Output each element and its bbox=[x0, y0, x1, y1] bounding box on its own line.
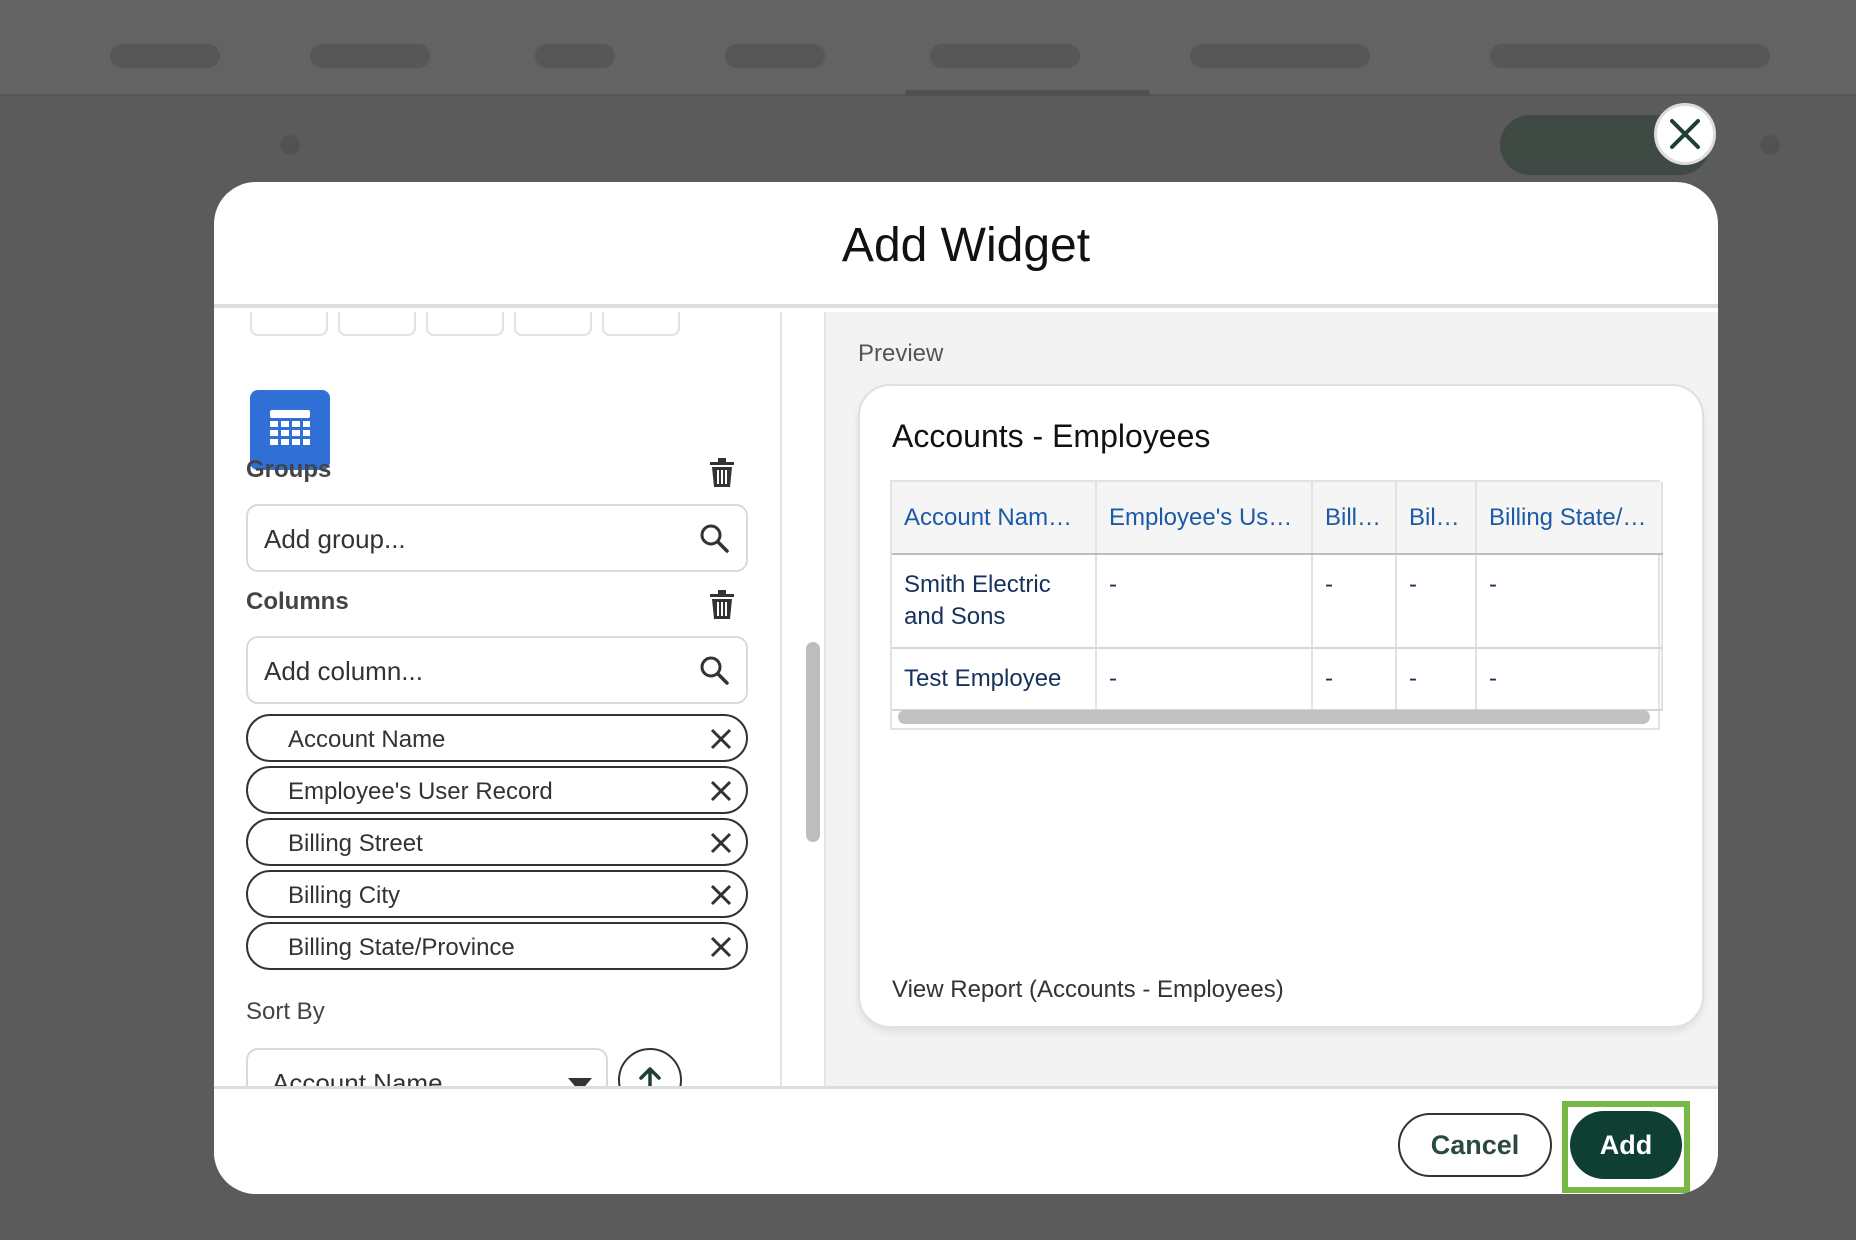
background-tab bbox=[1190, 44, 1370, 68]
column-chip: Billing Street bbox=[246, 818, 748, 866]
column-chip: Account Name bbox=[246, 714, 748, 762]
chevron-down-icon bbox=[568, 1078, 592, 1086]
modal-header: Add Widget bbox=[214, 182, 1718, 308]
column-chart-type-button[interactable] bbox=[426, 312, 504, 336]
column-chip-label: Employee's User Record bbox=[288, 778, 553, 805]
preview-table: Account Nam… Employee's Us… Bill… Bil… B… bbox=[890, 480, 1663, 730]
remove-column-close-icon[interactable] bbox=[706, 724, 736, 754]
table-row: Smith Electric and Sons - - - - bbox=[892, 554, 1663, 649]
table-cell: - bbox=[1476, 648, 1663, 711]
background-tab bbox=[1490, 44, 1770, 68]
cancel-button[interactable]: Cancel bbox=[1398, 1113, 1552, 1177]
table-header-row: Account Nam… Employee's Us… Bill… Bil… B… bbox=[892, 482, 1663, 555]
arrow-up-icon bbox=[639, 1067, 661, 1086]
clear-groups-trash-icon[interactable] bbox=[708, 458, 736, 488]
table-cell: Test Employee bbox=[892, 648, 1097, 711]
background-tab bbox=[110, 44, 220, 68]
column-chip: Billing City bbox=[246, 870, 748, 918]
table-cell: - bbox=[1396, 648, 1477, 711]
view-report-link[interactable]: View Report (Accounts - Employees) bbox=[892, 976, 1284, 1004]
remove-column-close-icon[interactable] bbox=[706, 932, 736, 962]
add-group-input[interactable] bbox=[262, 520, 682, 558]
table-row: Test Employee - - - - bbox=[892, 648, 1663, 711]
remove-column-close-icon[interactable] bbox=[706, 828, 736, 858]
sort-by-label: Sort By bbox=[246, 998, 325, 1025]
add-widget-modal: Add Widget Groups Add group... Columns A… bbox=[214, 182, 1718, 1194]
column-chip-label: Account Name bbox=[288, 726, 446, 753]
background-nav-bar bbox=[0, 0, 1856, 96]
column-header[interactable]: Bil… bbox=[1396, 482, 1477, 555]
preview-label: Preview bbox=[858, 340, 944, 367]
add-button[interactable]: Add bbox=[1570, 1111, 1682, 1179]
background-tab bbox=[930, 44, 1080, 68]
table-cell: - bbox=[1476, 554, 1663, 649]
column-header[interactable]: Account Nam… bbox=[892, 482, 1097, 555]
column-chip: Billing State/Province bbox=[246, 922, 748, 970]
modal-title: Add Widget bbox=[841, 219, 1091, 272]
scrollbar-thumb[interactable] bbox=[806, 642, 820, 842]
background-icon bbox=[1760, 135, 1780, 155]
sort-by-select[interactable]: Account Name bbox=[246, 1048, 608, 1086]
search-icon bbox=[700, 524, 729, 553]
column-chip-label: Billing City bbox=[288, 882, 401, 909]
pie-chart-type-button[interactable] bbox=[250, 312, 328, 336]
add-group-search[interactable] bbox=[246, 504, 748, 572]
column-chip-label: Billing State/Province bbox=[288, 934, 515, 961]
columns-label: Columns bbox=[246, 588, 349, 615]
table-grid-icon bbox=[270, 410, 310, 445]
table-cell: - bbox=[1096, 648, 1313, 711]
remove-column-close-icon[interactable] bbox=[706, 880, 736, 910]
config-panel-scrollbar[interactable] bbox=[798, 312, 826, 1086]
background-icon bbox=[280, 135, 300, 155]
preview-card: Accounts - Employees Account Nam… Employ… bbox=[858, 384, 1704, 1028]
scatter-chart-type-button[interactable] bbox=[602, 312, 680, 336]
background-active-tab-indicator bbox=[905, 90, 1150, 96]
sort-by-value: Account Name bbox=[272, 1068, 443, 1086]
close-icon bbox=[1670, 119, 1700, 149]
add-column-input[interactable] bbox=[262, 652, 682, 690]
sort-direction-button[interactable] bbox=[618, 1048, 682, 1086]
bar-chart-type-button[interactable] bbox=[338, 312, 416, 336]
clear-columns-trash-icon[interactable] bbox=[708, 590, 736, 620]
line-chart-type-button[interactable] bbox=[514, 312, 592, 336]
table-cell: - bbox=[1312, 554, 1397, 649]
remove-column-close-icon[interactable] bbox=[706, 776, 736, 806]
column-header[interactable]: Employee's Us… bbox=[1096, 482, 1313, 555]
table-cell: - bbox=[1396, 554, 1477, 649]
table-cell: - bbox=[1312, 648, 1397, 711]
table-cell: - bbox=[1096, 554, 1313, 649]
background-tab bbox=[535, 44, 615, 68]
background-tab bbox=[725, 44, 825, 68]
add-column-search[interactable] bbox=[246, 636, 748, 704]
column-chip: Employee's User Record bbox=[246, 766, 748, 814]
column-header[interactable]: Billing State/… bbox=[1476, 482, 1663, 555]
chart-type-row bbox=[250, 312, 680, 336]
column-header[interactable]: Bill… bbox=[1312, 482, 1397, 555]
modal-footer: Cancel Add bbox=[214, 1086, 1718, 1194]
preview-panel: Preview Accounts - Employees Account Nam… bbox=[826, 312, 1718, 1086]
groups-label: Groups bbox=[246, 456, 332, 483]
table-cell: Smith Electric and Sons bbox=[892, 554, 1097, 649]
close-modal-button[interactable] bbox=[1654, 103, 1716, 165]
table-horizontal-scrollbar[interactable] bbox=[898, 710, 1650, 724]
search-icon bbox=[700, 656, 729, 685]
widget-config-panel: Groups Columns bbox=[214, 312, 782, 1086]
widget-title: Accounts - Employees bbox=[892, 418, 1211, 454]
column-chip-label: Billing Street bbox=[288, 830, 423, 857]
background-tab bbox=[310, 44, 430, 68]
